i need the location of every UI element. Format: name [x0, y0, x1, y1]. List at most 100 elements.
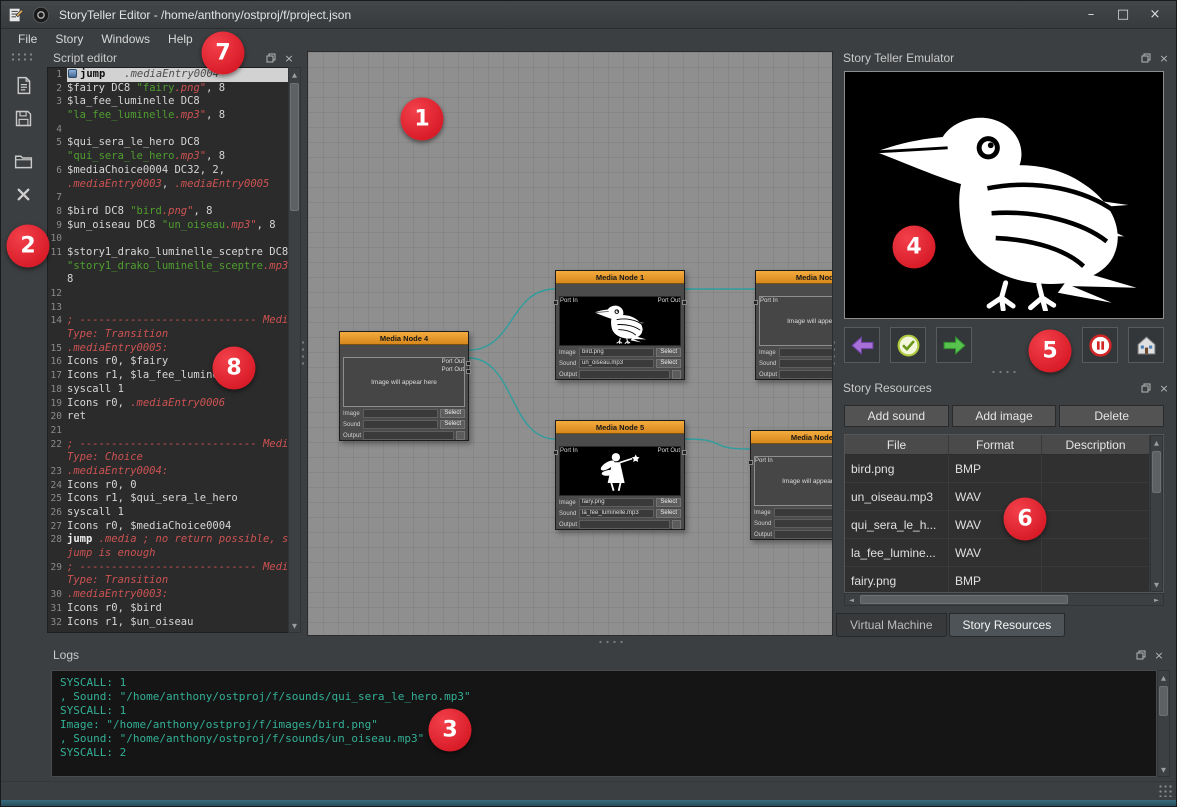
logs-content[interactable]: SYSCALL: 1, Sound: "/home/anthony/ostpro…: [51, 670, 1157, 777]
close-panel-icon[interactable]: ×: [283, 52, 295, 64]
node-canvas[interactable]: Media Node 4 Port Out Port Out Image wil…: [307, 51, 833, 636]
menu-file[interactable]: File: [9, 30, 46, 48]
output-options-button[interactable]: [456, 431, 465, 440]
float-panel-icon[interactable]: [265, 52, 277, 64]
delete-button[interactable]: Delete: [1059, 405, 1164, 427]
input-port[interactable]: [553, 450, 558, 455]
code-line[interactable]: 31Icons r0, $bird: [48, 602, 288, 616]
select-sound-button[interactable]: Select: [656, 359, 681, 368]
image-field-value[interactable]: [363, 409, 438, 418]
scrollbar-thumb[interactable]: [1152, 451, 1161, 493]
code-line[interactable]: 11$story1_drako_luminelle_sceptre DC8: [48, 246, 288, 260]
node-title[interactable]: Media Node 5: [556, 421, 684, 434]
scrollbar-thumb[interactable]: [1159, 686, 1168, 716]
scroll-down-icon[interactable]: ▼: [289, 619, 300, 632]
code-line[interactable]: jump is enough: [48, 547, 288, 561]
code-line[interactable]: 2$fairy DC8 "fairy.png", 8: [48, 82, 288, 96]
sound-field-value[interactable]: [363, 420, 438, 429]
node-title[interactable]: Media Node 1: [556, 271, 684, 284]
code-line[interactable]: 24Icons r0, 0: [48, 479, 288, 493]
code-line[interactable]: 8: [48, 273, 288, 287]
code-line[interactable]: 30.mediaEntry0003:: [48, 588, 288, 602]
home-button[interactable]: [1128, 327, 1164, 363]
code-line[interactable]: 23.mediaEntry0004:: [48, 465, 288, 479]
image-field-value[interactable]: [779, 348, 833, 357]
code-line[interactable]: 10: [48, 232, 288, 246]
code-line[interactable]: 6$mediaChoice0004 DC32, 2,: [48, 164, 288, 178]
close-button[interactable]: ×: [1140, 4, 1170, 26]
output-port[interactable]: [682, 300, 687, 305]
scroll-up-icon[interactable]: ▲: [1158, 671, 1169, 684]
scrollbar-thumb[interactable]: [860, 595, 1068, 604]
sound-field-value[interactable]: un_oiseau.mp3: [579, 359, 654, 368]
node-title[interactable]: Media Node 4: [340, 332, 468, 345]
code-line[interactable]: "la_fee_luminelle.mp3", 8: [48, 109, 288, 123]
toolbar-drag-handle[interactable]: [10, 52, 36, 62]
code-line[interactable]: 14; ---------------------------- Media n…: [48, 314, 288, 328]
scroll-right-icon[interactable]: ►: [1150, 594, 1163, 605]
left-splitter-handle[interactable]: [300, 339, 306, 369]
select-image-button[interactable]: Select: [656, 498, 681, 507]
select-sound-button[interactable]: Select: [440, 420, 465, 429]
output-port[interactable]: [466, 369, 471, 374]
resource-row[interactable]: fairy.pngBMP: [845, 567, 1163, 593]
close-panel-icon[interactable]: ×: [1158, 382, 1170, 394]
code-line[interactable]: 32Icons r1, $un_oiseau: [48, 616, 288, 630]
image-field-value[interactable]: bird.png: [579, 348, 654, 357]
sound-field-value[interactable]: la_fee_luminelle.mp3: [579, 509, 654, 518]
code-line[interactable]: 21: [48, 424, 288, 438]
code-line[interactable]: 9$un_oiseau DC8 "un_oiseau.mp3", 8: [48, 219, 288, 233]
code-line[interactable]: "qui_sera_le_hero.mp3", 8: [48, 150, 288, 164]
node-title[interactable]: Media Node 3: [751, 431, 833, 444]
code-line[interactable]: 15.mediaEntry0005:: [48, 342, 288, 356]
output-options-button[interactable]: [672, 520, 681, 529]
output-field-value[interactable]: [579, 370, 670, 379]
scrollbar-track[interactable]: [289, 81, 300, 619]
scrollbar-track[interactable]: [1151, 449, 1162, 578]
logs-scrollbar[interactable]: ▲ ▼: [1157, 670, 1170, 777]
code-line[interactable]: 19Icons r0, .mediaEntry0006: [48, 397, 288, 411]
media-node[interactable]: Media Node 1 Port In Port Out Imagebird.…: [555, 270, 685, 380]
code-line[interactable]: 1jump .mediaEntry0004: [48, 68, 288, 82]
scroll-up-icon[interactable]: ▲: [289, 68, 300, 81]
sound-field-value[interactable]: [779, 359, 833, 368]
input-port[interactable]: [748, 460, 753, 465]
sound-field-value[interactable]: [774, 519, 833, 528]
maximize-button[interactable]: □: [1108, 4, 1138, 26]
code-line[interactable]: 13: [48, 301, 288, 315]
resource-row[interactable]: un_oiseau.mp3WAV: [845, 483, 1163, 511]
select-sound-button[interactable]: Select: [656, 509, 681, 518]
titlebar[interactable]: StoryTeller Editor - /home/anthony/ostpr…: [1, 1, 1176, 29]
select-image-button[interactable]: Select: [440, 409, 465, 418]
output-field-value[interactable]: [579, 520, 670, 529]
code-line[interactable]: 28jump .media ; no return possible, so a: [48, 533, 288, 547]
scroll-down-icon[interactable]: ▼: [1158, 763, 1169, 776]
code-line[interactable]: .mediaEntry0003, .mediaEntry0005: [48, 178, 288, 192]
scrollbar-track[interactable]: [1158, 684, 1169, 763]
select-image-button[interactable]: Select: [656, 348, 681, 357]
column-header-description[interactable]: Description: [1042, 435, 1150, 454]
node-title[interactable]: Media Node 2: [756, 271, 833, 284]
code-line[interactable]: 4: [48, 123, 288, 137]
code-line[interactable]: 7: [48, 191, 288, 205]
input-port[interactable]: [753, 300, 758, 305]
output-port[interactable]: [466, 361, 471, 366]
resources-table-scrollbar[interactable]: ▲ ▼: [1150, 435, 1163, 592]
back-button[interactable]: [844, 327, 880, 363]
menu-windows[interactable]: Windows: [92, 30, 159, 48]
save-button[interactable]: [5, 103, 41, 133]
forward-button[interactable]: [936, 327, 972, 363]
minimize-button[interactable]: –: [1076, 4, 1106, 26]
code-line[interactable]: 8$bird DC8 "bird.png", 8: [48, 205, 288, 219]
resources-hscrollbar[interactable]: ◄ ►: [844, 593, 1164, 606]
tab-virtual-machine[interactable]: Virtual Machine: [836, 613, 947, 637]
code-line[interactable]: 26syscall 1: [48, 506, 288, 520]
scrollbar-track[interactable]: [858, 594, 1150, 605]
output-field-value[interactable]: [779, 370, 833, 379]
code-line[interactable]: 18syscall 1: [48, 383, 288, 397]
add-image-button[interactable]: Add image: [952, 405, 1057, 427]
scroll-up-icon[interactable]: ▲: [1151, 436, 1162, 449]
output-port[interactable]: [682, 450, 687, 455]
menu-story[interactable]: Story: [46, 30, 92, 48]
resize-grip[interactable]: [1158, 784, 1172, 797]
